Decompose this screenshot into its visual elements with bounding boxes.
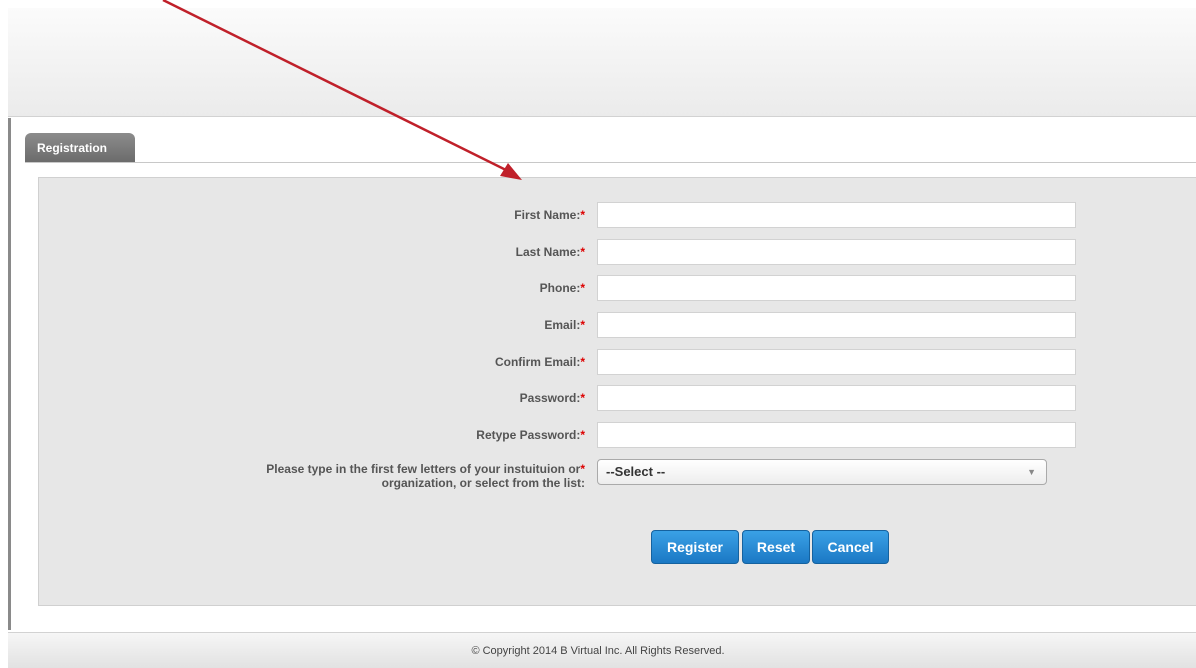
annotation-arrow-icon bbox=[162, 0, 522, 180]
